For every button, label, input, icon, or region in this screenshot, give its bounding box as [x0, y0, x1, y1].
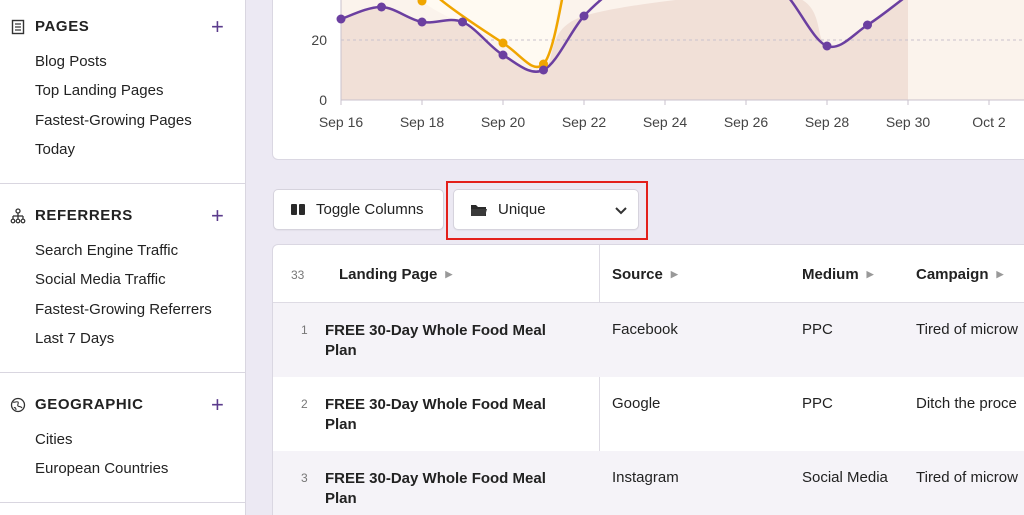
- geographic-section-header[interactable]: GEOGRAPHIC: [10, 396, 144, 413]
- purple-data-point: [458, 17, 467, 27]
- header-source-label: Source: [612, 266, 663, 283]
- section-divider: [0, 372, 245, 373]
- purple-data-point: [377, 2, 386, 12]
- section-divider: [0, 183, 245, 184]
- header-source[interactable]: Source ▶: [612, 266, 678, 283]
- x-tick-label: Sep 24: [643, 114, 688, 130]
- sidebar-item-european-countries[interactable]: European Countries: [35, 460, 168, 477]
- header-medium-label: Medium: [802, 266, 859, 283]
- globe-icon: [10, 397, 26, 412]
- purple-data-point: [863, 20, 872, 30]
- medium-cell: PPC: [802, 321, 833, 338]
- campaign-cell: Tired of microw: [916, 469, 1018, 486]
- table-row[interactable]: 2 FREE 30-Day Whole Food Meal Plan Googl…: [273, 377, 1024, 451]
- referrers-section-title: REFERRERS: [35, 207, 133, 224]
- add-geographic-report-button[interactable]: +: [211, 394, 224, 416]
- purple-data-point: [336, 14, 346, 24]
- purple-data-point: [822, 41, 832, 51]
- purple-data-point: [579, 11, 589, 21]
- chart-card: 0 20 Sep 16 Sep 18 Sep 20 Sep 22 Sep 24 Sep 26 S…: [272, 0, 1024, 160]
- medium-cell: PPC: [802, 395, 833, 412]
- header-campaign[interactable]: Campaign ▶: [916, 266, 1003, 283]
- add-referrer-report-button[interactable]: +: [211, 205, 224, 227]
- landing-page-cell[interactable]: FREE 30-Day Whole Food Meal Plan: [325, 395, 575, 435]
- header-medium[interactable]: Medium ▶: [802, 266, 874, 283]
- campaign-cell: Tired of microw: [916, 321, 1018, 338]
- purple-data-point: [417, 17, 427, 27]
- header-campaign-label: Campaign: [916, 266, 989, 283]
- sort-arrow-icon: ▶: [670, 269, 678, 279]
- x-tick-label: Sep 18: [400, 114, 445, 130]
- source-cell: Instagram: [612, 469, 679, 486]
- document-icon: [11, 19, 25, 34]
- add-page-report-button[interactable]: +: [211, 16, 224, 38]
- x-tick-label: Sep 28: [805, 114, 850, 130]
- landing-page-cell[interactable]: FREE 30-Day Whole Food Meal Plan: [325, 321, 575, 361]
- landing-page-cell[interactable]: FREE 30-Day Whole Food Meal Plan: [325, 469, 575, 509]
- sidebar-item-fastest-growing-pages[interactable]: Fastest-Growing Pages: [35, 112, 192, 129]
- campaign-cell: Ditch the proce: [916, 395, 1017, 412]
- line-chart: 0 20 Sep 16 Sep 18 Sep 20 Sep 22 Sep 24 Sep 26 S…: [311, 0, 1024, 130]
- orange-data-point: [498, 38, 508, 48]
- sidebar-item-cities[interactable]: Cities: [35, 431, 73, 448]
- sidebar-item-fastest-growing-referrers[interactable]: Fastest-Growing Referrers: [35, 301, 212, 318]
- source-cell: Google: [612, 395, 661, 412]
- view-select-dropdown[interactable]: Unique: [453, 189, 639, 230]
- sidebar-item-search-engine-traffic[interactable]: Search Engine Traffic: [35, 242, 178, 259]
- pages-section-header[interactable]: PAGES: [10, 18, 89, 35]
- section-divider: [0, 502, 245, 503]
- header-landing-page[interactable]: Landing Page ▶: [339, 266, 452, 283]
- sidebar-item-blog-posts[interactable]: Blog Posts: [35, 53, 107, 70]
- x-tick-label: Sep 22: [562, 114, 607, 130]
- referrers-section-header[interactable]: REFERRERS: [10, 207, 133, 224]
- hierarchy-icon: [10, 207, 26, 223]
- sort-arrow-icon: ▶: [866, 269, 874, 279]
- source-cell: Facebook: [612, 321, 678, 338]
- folder-icon: [471, 204, 487, 216]
- chevron-down-icon: [615, 207, 627, 215]
- toggle-columns-button[interactable]: Toggle Columns: [273, 189, 444, 230]
- sort-arrow-icon: ▶: [996, 269, 1004, 279]
- medium-cell: Social Media: [802, 469, 888, 486]
- sidebar-item-today[interactable]: Today: [35, 141, 75, 158]
- x-tick-label: Sep 30: [886, 114, 931, 130]
- sidebar: PAGES + Blog Posts Top Landing Pages Fas…: [0, 0, 246, 515]
- columns-icon: [291, 204, 305, 215]
- y-tick-label: 0: [319, 92, 327, 108]
- sidebar-item-last-7-days[interactable]: Last 7 Days: [35, 330, 114, 347]
- purple-data-point: [539, 65, 548, 75]
- x-tick-label: Sep 16: [319, 114, 364, 130]
- sort-arrow-icon: ▶: [445, 269, 453, 279]
- header-landing-page-label: Landing Page: [339, 266, 438, 283]
- sidebar-item-social-media-traffic[interactable]: Social Media Traffic: [35, 271, 166, 288]
- row-number: 3: [301, 471, 308, 485]
- geographic-section-title: GEOGRAPHIC: [35, 396, 144, 413]
- table-row[interactable]: 3 FREE 30-Day Whole Food Meal Plan Insta…: [273, 451, 1024, 515]
- sidebar-item-top-landing-pages[interactable]: Top Landing Pages: [35, 82, 163, 99]
- purple-data-point: [498, 50, 508, 60]
- x-tick-label: Oct 2: [972, 114, 1006, 130]
- toggle-columns-label: Toggle Columns: [316, 201, 424, 218]
- table-row[interactable]: 1 FREE 30-Day Whole Food Meal Plan Faceb…: [273, 303, 1024, 377]
- y-tick-label: 20: [311, 32, 327, 48]
- x-tick-label: Sep 26: [724, 114, 769, 130]
- view-select-value: Unique: [498, 201, 546, 218]
- x-tick-label: Sep 20: [481, 114, 526, 130]
- row-number: 1: [301, 323, 308, 337]
- landing-pages-table: 33 Landing Page ▶ Source ▶ Medium ▶ Campaig…: [272, 244, 1024, 515]
- pages-section-title: PAGES: [35, 18, 90, 35]
- row-count: 33: [291, 268, 305, 282]
- row-number: 2: [301, 397, 308, 411]
